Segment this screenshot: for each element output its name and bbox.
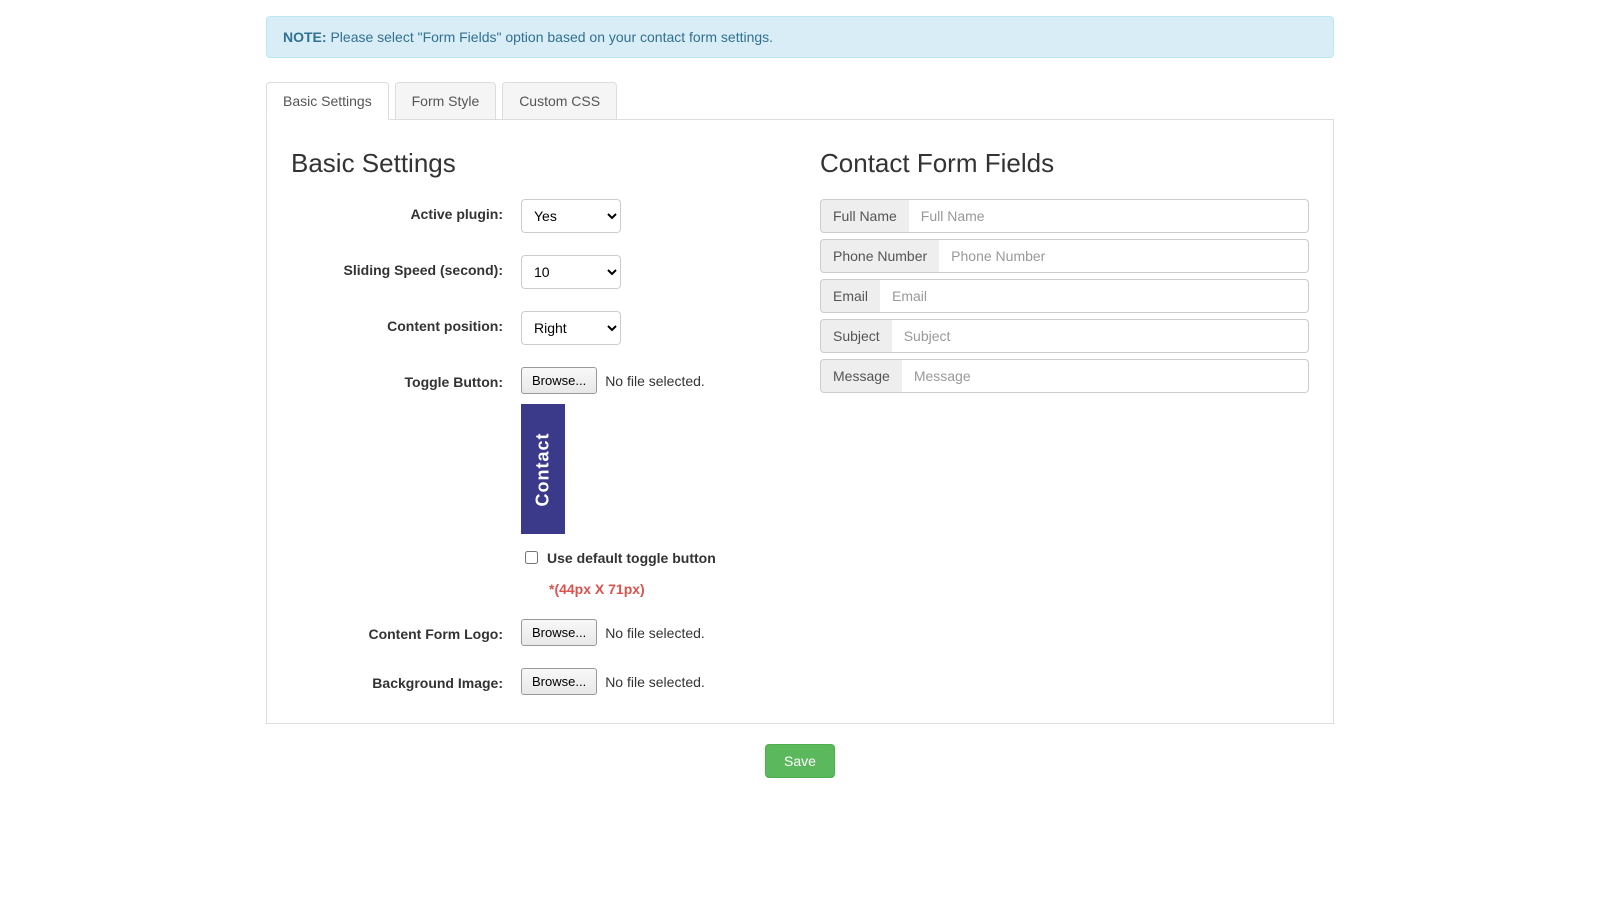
sliding-speed-label: Sliding Speed (second): [291,255,521,278]
field-full-name: Full Name [820,199,1309,233]
note-text: Please select "Form Fields" option based… [330,29,773,45]
use-default-toggle-checkbox[interactable] [525,551,538,564]
contact-form-fields-heading: Contact Form Fields [820,148,1309,179]
note-label: NOTE: [283,29,327,45]
field-phone-number: Phone Number [820,239,1309,273]
basic-settings-heading: Basic Settings [291,148,780,179]
content-position-select[interactable]: Right [521,311,621,345]
field-email: Email [820,279,1309,313]
email-input[interactable] [880,279,1309,313]
use-default-toggle-label: Use default toggle button [547,550,716,566]
toggle-button-browse[interactable]: Browse... [521,367,597,394]
subject-addon: Subject [820,319,892,353]
background-image-label: Background Image: [291,668,521,691]
phone-number-input[interactable] [939,239,1309,273]
toggle-button-preview: Contact [521,404,565,534]
active-plugin-label: Active plugin: [291,199,521,222]
phone-number-addon: Phone Number [820,239,939,273]
note-alert: NOTE: Please select "Form Fields" option… [266,16,1334,58]
message-input[interactable] [902,359,1309,393]
toggle-size-hint: *(44px X 71px) [549,581,780,597]
field-subject: Subject [820,319,1309,353]
active-plugin-select[interactable]: Yes [521,199,621,233]
background-image-no-file: No file selected. [605,674,705,690]
tab-basic-settings[interactable]: Basic Settings [266,82,389,120]
sliding-speed-select[interactable]: 10 [521,255,621,289]
message-addon: Message [820,359,902,393]
tab-form-style[interactable]: Form Style [395,82,497,120]
toggle-button-label: Toggle Button: [291,367,521,390]
toggle-button-no-file: No file selected. [605,373,705,389]
full-name-addon: Full Name [820,199,909,233]
content-form-logo-no-file: No file selected. [605,625,705,641]
field-message: Message [820,359,1309,393]
save-button[interactable]: Save [765,744,835,778]
subject-input[interactable] [892,319,1309,353]
tab-custom-css[interactable]: Custom CSS [502,82,617,120]
content-position-label: Content position: [291,311,521,334]
tab-panel-basic: Basic Settings Active plugin: Yes Slidin… [266,119,1334,724]
content-form-logo-browse[interactable]: Browse... [521,619,597,646]
full-name-input[interactable] [909,199,1309,233]
toggle-preview-text: Contact [533,432,554,506]
background-image-browse[interactable]: Browse... [521,668,597,695]
settings-tabs: Basic Settings Form Style Custom CSS [266,82,1334,120]
content-form-logo-label: Content Form Logo: [291,619,521,642]
email-addon: Email [820,279,880,313]
